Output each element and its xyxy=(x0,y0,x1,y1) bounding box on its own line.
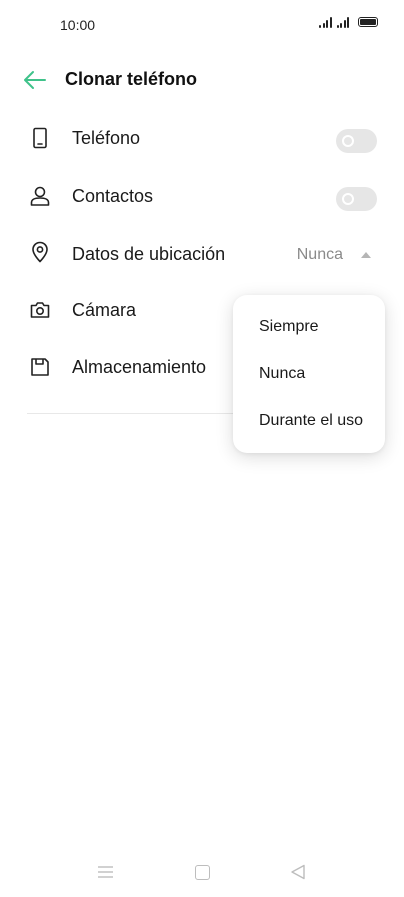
save-disk-icon xyxy=(31,358,49,376)
setting-label: Cámara xyxy=(72,300,137,320)
option-label: Siempre xyxy=(259,318,319,335)
app-bar: Clonar teléfono xyxy=(0,56,404,104)
phone-icon xyxy=(33,127,47,149)
location-pin-icon xyxy=(32,241,48,263)
system-nav-bar xyxy=(0,852,404,892)
camera-icon xyxy=(30,302,50,318)
arrow-left-icon[interactable] xyxy=(22,68,48,92)
setting-label: Teléfono xyxy=(72,128,141,148)
caret-up-icon[interactable] xyxy=(361,252,371,258)
dropdown-option-siempre[interactable]: Siempre xyxy=(233,304,385,351)
contact-person-icon xyxy=(30,186,50,206)
contactos-toggle[interactable] xyxy=(336,187,377,211)
signal-icon xyxy=(319,17,332,28)
option-label: Durante el uso xyxy=(259,412,364,429)
signal-icon xyxy=(336,17,349,28)
setting-row-ubicacion[interactable]: Datos de ubicación Nunca xyxy=(0,226,404,282)
setting-label: Datos de ubicación xyxy=(72,244,226,264)
setting-label: Almacenamiento xyxy=(72,357,207,377)
selected-value[interactable]: Nunca xyxy=(297,246,343,264)
toggle-knob xyxy=(342,193,354,205)
toggle-knob xyxy=(342,135,354,147)
setting-label: Contactos xyxy=(72,186,154,206)
page-title: Clonar teléfono xyxy=(65,69,198,89)
divider xyxy=(27,413,267,414)
setting-row-contactos[interactable]: Contactos xyxy=(0,170,404,226)
dropdown-option-nunca[interactable]: Nunca xyxy=(233,351,385,398)
status-icons xyxy=(319,17,378,28)
status-time: 10:00 xyxy=(60,17,96,33)
dropdown-option-durante-el-uso[interactable]: Durante el uso xyxy=(233,398,385,445)
telefono-toggle[interactable] xyxy=(336,129,377,153)
home-square-icon[interactable] xyxy=(195,865,210,880)
setting-row-telefono[interactable]: Teléfono xyxy=(0,112,404,168)
back-triangle-icon[interactable] xyxy=(290,864,306,880)
menu-icon[interactable] xyxy=(98,866,113,878)
location-dropdown-menu: Siempre Nunca Durante el uso xyxy=(233,295,385,453)
option-label: Nunca xyxy=(259,365,306,382)
status-bar: 10:00 xyxy=(0,0,404,50)
battery-icon xyxy=(358,17,378,27)
